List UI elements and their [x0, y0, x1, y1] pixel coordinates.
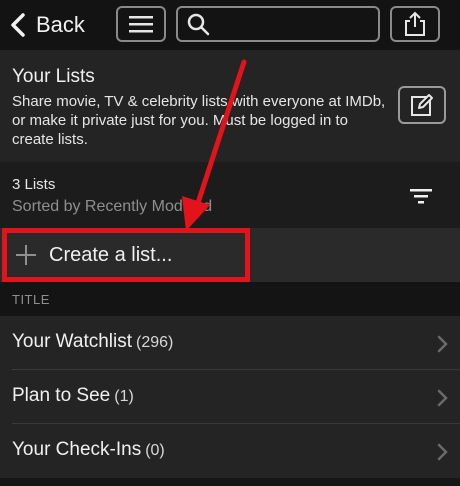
lists-title: Your Lists — [12, 66, 95, 87]
lists-count-bar: 3 Lists Sorted by Recently Modified — [0, 162, 460, 228]
list-item-count: (296) — [136, 334, 174, 351]
list-item[interactable]: Plan to See (1) — [0, 370, 460, 424]
sort-icon — [410, 189, 432, 204]
share-button[interactable] — [390, 6, 440, 42]
hamburger-menu-icon — [129, 16, 153, 33]
plus-icon — [16, 245, 36, 265]
list-item[interactable]: Your Check-Ins (0) — [0, 424, 460, 478]
your-lists-section: Your Lists Share movie, TV & celebrity l… — [0, 50, 460, 162]
lists-count: 3 Lists — [12, 176, 56, 193]
chevron-right-icon — [437, 389, 448, 407]
edit-lists-button[interactable] — [398, 86, 446, 124]
share-icon — [405, 11, 425, 36]
list-item-name: Plan to See — [12, 385, 111, 406]
back-label: Back — [36, 12, 85, 37]
table-header: TITLE — [0, 282, 460, 316]
edit-icon — [411, 94, 433, 116]
create-list-button[interactable]: Create a list... — [2, 228, 250, 282]
sort-order: Sorted by Recently Modified — [12, 198, 213, 215]
list-item-label: Your Watchlist (296) — [12, 331, 173, 353]
list-item-label: Plan to See (1) — [12, 385, 134, 407]
title-column-header: TITLE — [12, 292, 50, 307]
screen: Back Your Lists Share movie, TV & celebr… — [0, 0, 460, 486]
list-item-count: (1) — [114, 388, 134, 405]
create-list-row: Create a list... — [0, 228, 460, 282]
back-button[interactable]: Back — [8, 6, 108, 44]
create-list-label: Create a list... — [49, 243, 173, 266]
list-item-count: (0) — [145, 442, 165, 459]
chevron-left-icon — [11, 13, 25, 37]
top-bar: Back — [0, 0, 460, 50]
list-item[interactable]: Your Watchlist (296) — [0, 316, 460, 370]
list-item-name: Your Watchlist — [12, 331, 133, 352]
list-item-label: Your Check-Ins (0) — [12, 439, 165, 461]
search-icon — [187, 13, 210, 36]
sort-button[interactable] — [404, 182, 438, 210]
search-input[interactable] — [216, 14, 370, 34]
menu-button[interactable] — [116, 6, 166, 42]
chevron-right-icon — [437, 443, 448, 461]
list-item-name: Your Check-Ins — [12, 439, 142, 460]
chevron-right-icon — [437, 335, 448, 353]
lists-description: Share movie, TV & celebrity lists with e… — [12, 93, 386, 148]
search-box[interactable] — [176, 6, 380, 42]
